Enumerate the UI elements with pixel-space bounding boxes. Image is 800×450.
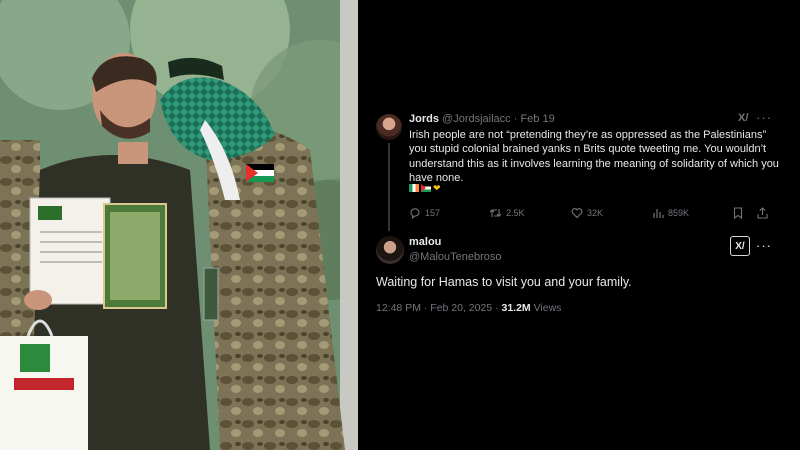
tweet2-metadata: 12:48 PM · Feb 20, 2025 · 31.2M Views: [376, 302, 561, 314]
bookmark-icon: [733, 207, 743, 219]
more-options-icon[interactable]: ···: [756, 110, 772, 125]
grok-button[interactable]: X/: [730, 236, 750, 256]
palestine-flag-icon: [421, 184, 431, 192]
tweet2-author-name[interactable]: malou: [409, 236, 441, 248]
bookmark-button[interactable]: [733, 207, 743, 219]
views-button[interactable]: 859K: [652, 207, 689, 219]
grok-icon[interactable]: X/: [738, 112, 748, 124]
avatar-jords[interactable]: [376, 114, 402, 140]
repost-button[interactable]: 2.5K: [489, 207, 525, 219]
thread-line: [388, 143, 390, 231]
tweet1-emoji-flags: ❤: [409, 184, 441, 194]
heart-hands-icon: ❤: [433, 183, 441, 193]
news-photo: [0, 0, 358, 450]
share-icon: [757, 207, 768, 219]
reply-count: 157: [425, 208, 441, 218]
reply-button[interactable]: 157: [409, 207, 440, 219]
tweet2-text: Waiting for Hamas to visit you and your …: [376, 275, 632, 289]
tweet1-handle[interactable]: @Jordsjailacc: [442, 113, 511, 125]
flag-patch: [246, 164, 274, 182]
analytics-icon: [653, 209, 664, 218]
tweet2-views-label: Views: [533, 302, 562, 314]
like-button[interactable]: 32K: [571, 207, 603, 219]
tweet1-date[interactable]: · Feb 19: [514, 113, 555, 125]
heart-icon: [571, 208, 583, 219]
avatar-malou[interactable]: [376, 236, 404, 264]
tweet1-text: Irish people are not “pretending they’re…: [409, 129, 779, 185]
grok-icon: X/: [735, 240, 745, 252]
like-count: 32K: [587, 208, 604, 218]
tweet2-timestamp[interactable]: 12:48 PM · Feb 20, 2025 ·: [376, 302, 499, 314]
certificate: [29, 197, 167, 309]
tweet1-action-bar: 157 2.5K 32K 859K: [409, 207, 769, 221]
tweet-panel: Jords @Jordsjailacc · Feb 19 X/ ··· Iris…: [358, 0, 800, 450]
tweet1-header: Jords @Jordsjailacc · Feb 19: [409, 113, 555, 125]
ireland-flag-icon: [409, 184, 419, 192]
repost-count: 2.5K: [506, 208, 525, 218]
photo-illustration: [0, 0, 358, 450]
repost-icon: [489, 209, 502, 217]
views-count: 859K: [668, 208, 690, 218]
tweet2-views-count: 31.2M: [501, 302, 531, 314]
tweet1-author-name[interactable]: Jords: [409, 113, 439, 125]
reply-icon: [410, 208, 420, 219]
personal-belongings-bag: [0, 319, 88, 450]
tweet2-handle[interactable]: @MalouTenebroso: [409, 251, 502, 263]
share-button[interactable]: [757, 207, 768, 219]
more-options-icon[interactable]: ···: [756, 238, 772, 253]
